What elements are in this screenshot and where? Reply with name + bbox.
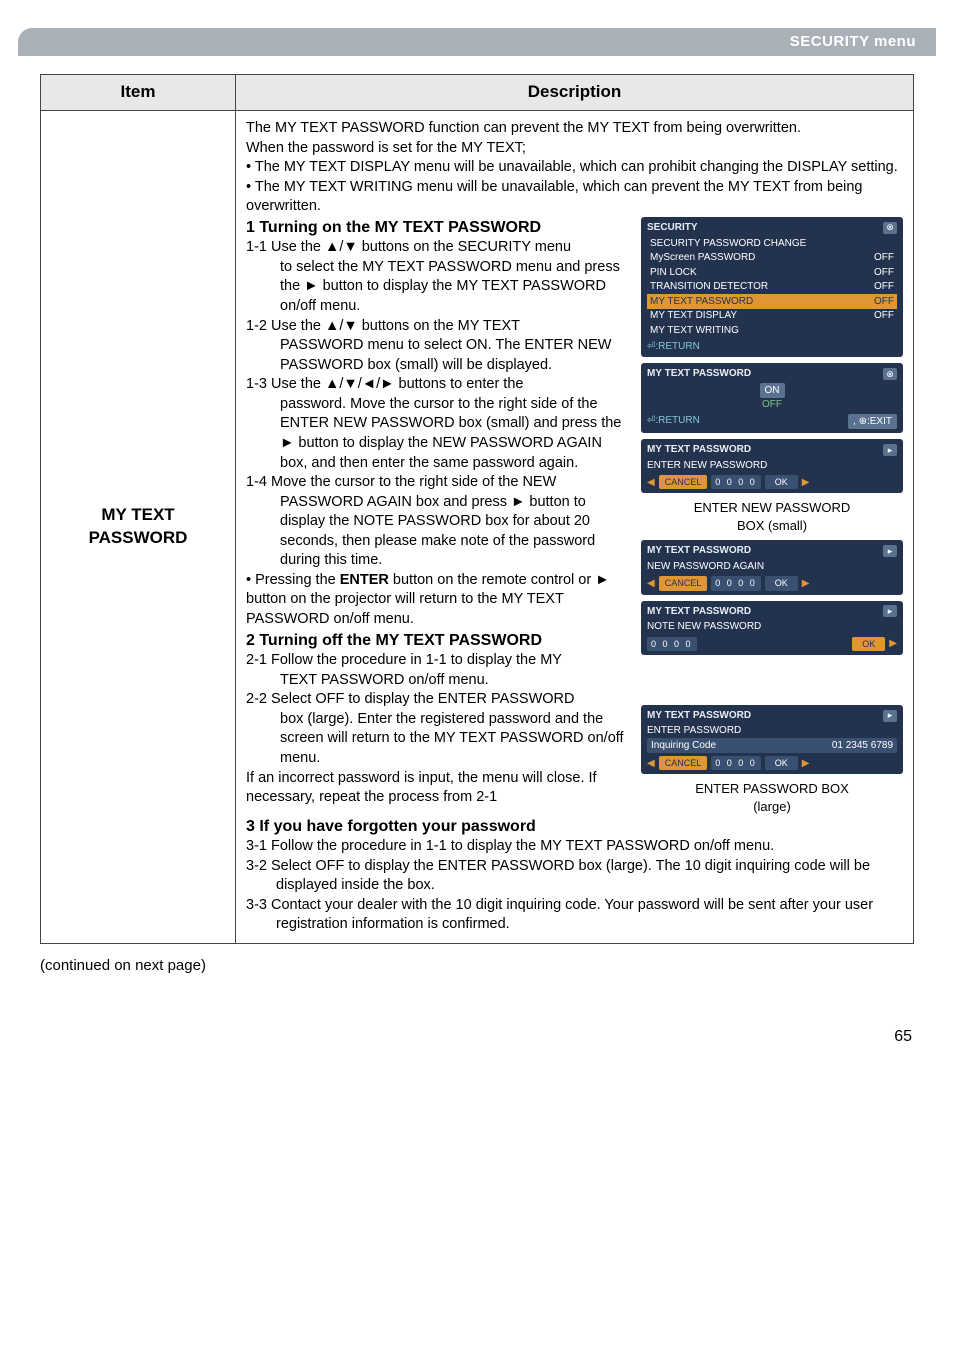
section-header-band: SECURITY menu: [18, 28, 936, 56]
nav-icon[interactable]: ▸: [883, 605, 897, 617]
menu-row-transition[interactable]: TRANSITION DETECTOROFF: [647, 280, 897, 295]
ok-button[interactable]: OK: [852, 637, 885, 651]
ok-button[interactable]: OK: [765, 576, 798, 590]
page-number: 65: [0, 1006, 954, 1078]
menu-row-mytextdisplay[interactable]: MY TEXT DISPLAYOFF: [647, 309, 897, 324]
description-cell: The MY TEXT PASSWORD function can preven…: [236, 110, 914, 943]
ok-button[interactable]: OK: [765, 756, 798, 770]
note-pw-title: MY TEXT PASSWORD: [647, 605, 751, 619]
onoff-title: MY TEXT PASSWORD: [647, 367, 751, 381]
continued-note: (continued on next page): [40, 956, 914, 976]
sec3-heading: 3 If you have forgotten your password: [246, 816, 903, 838]
enter-new-pw-caption: ENTER NEW PASSWORD BOX (small): [641, 499, 903, 534]
menu-row-mytextwriting[interactable]: MY TEXT WRITING: [647, 323, 897, 338]
desc-left-column: 1 Turning on the MY TEXT PASSWORD 1-1 Us…: [246, 217, 635, 816]
on-option[interactable]: ON: [760, 383, 785, 399]
right-arrow-icon[interactable]: ▶: [889, 637, 897, 651]
enter-new-pw-title: MY TEXT PASSWORD: [647, 443, 751, 457]
sec1-heading: 1 Turning on the MY TEXT PASSWORD: [246, 217, 627, 239]
step-2-1-cont: TEXT PASSWORD on/off menu.: [246, 671, 627, 691]
cancel-button[interactable]: CANCEL: [659, 475, 708, 489]
menu-row-mytextpw-highlighted[interactable]: MY TEXT PASSWORDOFF: [647, 294, 897, 309]
step-1-3-cont: password. Move the cursor to the right s…: [246, 395, 627, 473]
step-1-2: 1-2 Use the ▲/▼ buttons on the MY TEXT: [246, 317, 627, 337]
enter-new-pw-panel: MY TEXT PASSWORD ▸ ENTER NEW PASSWORD ◀ …: [641, 439, 903, 493]
step-1-note: • Pressing the ENTER button on the remot…: [246, 571, 627, 630]
left-arrow-icon[interactable]: ◀: [647, 577, 655, 591]
item-name-cell: MY TEXT PASSWORD: [41, 110, 236, 943]
enter-pw-large-title: MY TEXT PASSWORD: [647, 709, 751, 723]
enter-pw-large-label: ENTER PASSWORD: [647, 724, 897, 738]
note-pw-panel: MY TEXT PASSWORD ▸ NOTE NEW PASSWORD 0 0…: [641, 601, 903, 655]
pw-again-label: NEW PASSWORD AGAIN: [647, 560, 897, 574]
inquiring-code-row: Inquiring Code 01 2345 6789: [647, 738, 897, 754]
menu-row-spc[interactable]: SECURITY PASSWORD CHANGE: [647, 236, 897, 251]
col-header-item: Item: [41, 75, 236, 111]
intro-p2: When the password is set for the MY TEXT…: [246, 139, 903, 159]
note-pw-label: NOTE NEW PASSWORD: [647, 620, 897, 634]
enter-pw-large-panel: MY TEXT PASSWORD ▸ ENTER PASSWORD Inquir…: [641, 705, 903, 775]
close-icon[interactable]: ⊗: [883, 222, 897, 234]
step-2-2: 2-2 Select OFF to display the ENTER PASS…: [246, 690, 627, 710]
step-3-3: 3-3 Contact your dealer with the 10 digi…: [246, 896, 903, 935]
pw-again-title: MY TEXT PASSWORD: [647, 544, 751, 558]
onoff-exit[interactable]: , ⊕:EXIT: [848, 414, 897, 430]
intro-p4: • The MY TEXT WRITING menu will be unava…: [246, 178, 903, 217]
nav-icon[interactable]: ▸: [883, 545, 897, 557]
step-2-1: 2-1 Follow the procedure in 1-1 to displ…: [246, 651, 627, 671]
intro-p1: The MY TEXT PASSWORD function can preven…: [246, 119, 903, 139]
widgets-column: SECURITY ⊗ SECURITY PASSWORD CHANGE MySc…: [641, 217, 903, 816]
pw-again-panel: MY TEXT PASSWORD ▸ NEW PASSWORD AGAIN ◀ …: [641, 540, 903, 594]
onoff-return: ⏎:RETURN: [647, 414, 700, 430]
step-1-1: 1-1 Use the ▲/▼ buttons on the SECURITY …: [246, 238, 627, 258]
step-1-4-cont: PASSWORD AGAIN box and press ► button to…: [246, 493, 627, 571]
step-1-4: 1-4 Move the cursor to the right side of…: [246, 473, 627, 493]
pw-digits[interactable]: 0 0 0 0: [711, 475, 761, 489]
pw-digits[interactable]: 0 0 0 0: [711, 756, 761, 770]
pw-digits: 0 0 0 0: [647, 637, 697, 651]
nav-icon[interactable]: ▸: [883, 444, 897, 456]
col-header-description: Description: [236, 75, 914, 111]
close-icon[interactable]: ⊗: [883, 368, 897, 380]
item-name-line1: MY TEXT: [42, 504, 234, 527]
security-menu-title: SECURITY: [647, 221, 698, 235]
step-3-1: 3-1 Follow the procedure in 1-1 to displ…: [246, 837, 903, 857]
section-title: SECURITY menu: [790, 32, 916, 52]
security-menu-panel: SECURITY ⊗ SECURITY PASSWORD CHANGE MySc…: [641, 217, 903, 358]
cancel-button[interactable]: CANCEL: [659, 756, 708, 770]
step-1-2-cont: PASSWORD menu to select ON. The ENTER NE…: [246, 336, 627, 375]
enter-pw-large-caption: ENTER PASSWORD BOX (large): [641, 780, 903, 815]
item-name-line2: PASSWORD: [42, 527, 234, 550]
step-2-note: If an incorrect password is input, the m…: [246, 769, 627, 808]
step-1-3: 1-3 Use the ▲/▼/◄/► buttons to enter the: [246, 375, 627, 395]
page-body: Item Description MY TEXT PASSWORD The MY…: [0, 74, 954, 1006]
right-arrow-icon[interactable]: ▶: [802, 757, 810, 771]
menu-row-myscreen[interactable]: MyScreen PASSWORDOFF: [647, 251, 897, 266]
nav-icon[interactable]: ▸: [883, 710, 897, 722]
right-arrow-icon[interactable]: ▶: [802, 476, 810, 490]
step-2-2-cont: box (large). Enter the registered passwo…: [246, 710, 627, 769]
settings-table: Item Description MY TEXT PASSWORD The MY…: [40, 74, 914, 944]
onoff-panel: MY TEXT PASSWORD ⊗ ON OFF ⏎:RETURN , ⊕:E…: [641, 363, 903, 433]
sec2-heading: 2 Turning off the MY TEXT PASSWORD: [246, 630, 627, 652]
cancel-button[interactable]: CANCEL: [659, 576, 708, 590]
right-arrow-icon[interactable]: ▶: [802, 577, 810, 591]
off-option[interactable]: OFF: [647, 398, 897, 412]
menu-row-pinlock[interactable]: PIN LOCKOFF: [647, 265, 897, 280]
left-arrow-icon[interactable]: ◀: [647, 757, 655, 771]
step-3-2: 3-2 Select OFF to display the ENTER PASS…: [246, 857, 903, 896]
pw-digits[interactable]: 0 0 0 0: [711, 576, 761, 590]
enter-keyword: ENTER: [340, 572, 389, 588]
enter-new-pw-label: ENTER NEW PASSWORD: [647, 459, 897, 473]
intro-p3: • The MY TEXT DISPLAY menu will be unava…: [246, 158, 903, 178]
security-menu-footer: ⏎:RETURN: [647, 340, 897, 354]
ok-button[interactable]: OK: [765, 475, 798, 489]
step-1-1-cont: to select the MY TEXT PASSWORD menu and …: [246, 258, 627, 317]
left-arrow-icon[interactable]: ◀: [647, 476, 655, 490]
